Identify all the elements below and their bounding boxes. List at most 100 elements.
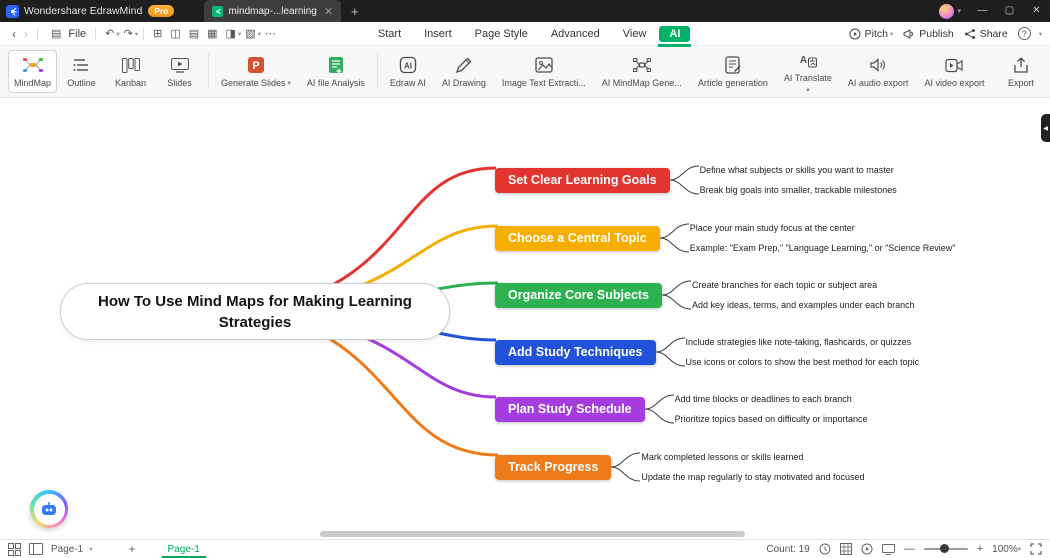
account-caret-icon[interactable]: ▾ xyxy=(957,7,961,15)
subtopic[interactable]: Use icons or colors to show the best met… xyxy=(686,357,920,368)
topic-node[interactable]: Set Clear Learning Goals xyxy=(495,167,670,193)
page-overview-icon[interactable] xyxy=(8,542,21,556)
menu-insert[interactable]: Insert xyxy=(414,26,462,42)
ai-audio-export-icon xyxy=(869,55,887,75)
divider xyxy=(37,27,38,40)
fullscreen-icon[interactable] xyxy=(1030,543,1042,555)
article-generation-icon xyxy=(725,55,741,75)
tab-close-icon[interactable]: ✕ xyxy=(324,5,333,18)
menu-ai[interactable]: AI xyxy=(658,25,692,47)
avatar[interactable] xyxy=(939,3,955,19)
menu-page-style[interactable]: Page Style xyxy=(465,26,538,42)
tool-article-generation[interactable]: Article generation xyxy=(690,46,776,97)
tool-ai-mindmap-generation[interactable]: AI MindMap Gene... xyxy=(594,46,690,97)
tool-ai-audio-export[interactable]: AI audio export xyxy=(840,46,917,97)
subtopic[interactable]: Include strategies like note-taking, fla… xyxy=(686,337,920,348)
subtopic[interactable]: Define what subjects or skills you want … xyxy=(700,165,897,176)
page-selector[interactable]: Page-1 xyxy=(51,544,83,555)
publish-button[interactable]: Publish xyxy=(903,28,954,40)
floating-topic-icon[interactable]: ◫ xyxy=(166,27,184,40)
app-logo-icon xyxy=(6,4,19,18)
ai-assistant-robot-icon xyxy=(33,493,65,525)
subtopic[interactable]: Create branches for each topic or subjec… xyxy=(692,280,915,291)
tool-generate-slides[interactable]: P Generate Slides ▾ xyxy=(213,46,299,97)
more-tools-icon[interactable]: ⋯ xyxy=(261,27,280,40)
slides-view-icon xyxy=(170,55,189,75)
file-icon: ▤ xyxy=(51,28,62,40)
sidebar-toggle-icon[interactable] xyxy=(29,543,43,555)
subtopic[interactable]: Add key ideas, terms, and examples under… xyxy=(692,300,915,311)
page-selector-caret-icon[interactable]: ▾ xyxy=(89,545,92,553)
add-page-button[interactable]: + xyxy=(129,542,136,556)
subtopic-connector xyxy=(659,223,689,253)
spreadsheet-icon[interactable] xyxy=(839,543,852,555)
branch-add-study-techniques: Add Study Techniques Include strategies … xyxy=(495,328,919,376)
ai-assistant-button[interactable] xyxy=(30,490,68,528)
titlebar: Wondershare EdrawMind Pro mindmap-...lea… xyxy=(0,0,1050,22)
insert-topic-icon[interactable]: ⊞ xyxy=(149,27,166,40)
horizontal-scrollbar[interactable] xyxy=(320,531,745,537)
clipboard-icon[interactable]: ▦ xyxy=(203,27,221,40)
menu-view[interactable]: View xyxy=(613,26,657,42)
menu-start[interactable]: Start xyxy=(368,26,411,42)
back-button[interactable]: ‹ xyxy=(8,27,20,41)
topic-count: Count: 19 xyxy=(766,543,810,555)
topic-node[interactable]: Plan Study Schedule xyxy=(495,396,645,422)
topic-node[interactable]: Add Study Techniques xyxy=(495,339,656,365)
subtopic[interactable]: Add time blocks or deadlines to each bra… xyxy=(675,394,868,405)
close-button[interactable]: ✕ xyxy=(1023,0,1050,22)
topic-node[interactable]: Choose a Central Topic xyxy=(495,225,660,251)
ai-file-analysis-icon xyxy=(327,55,345,75)
tool-ai-video-export[interactable]: AI video export xyxy=(916,46,992,97)
redo-caret-icon[interactable]: ▾ xyxy=(135,30,138,38)
subtopic[interactable]: Example: "Exam Prep," "Language Learning… xyxy=(690,243,956,254)
tool-ai-translate[interactable]: A AI Translate ▾ xyxy=(776,46,840,97)
viewmode-slides[interactable]: Slides xyxy=(155,50,204,93)
viewmode-mindmap[interactable]: MindMap xyxy=(8,50,57,93)
topic-node[interactable]: Organize Core Subjects xyxy=(495,282,663,308)
subtopic[interactable]: Prioritize topics based on difficulty or… xyxy=(675,414,868,425)
ai-drawing-icon xyxy=(455,55,473,75)
maximize-button[interactable]: ▢ xyxy=(996,0,1023,22)
forward-button[interactable]: › xyxy=(20,27,32,41)
right-panel-collapse-button[interactable]: ◀ xyxy=(1041,114,1050,142)
file-menu[interactable]: ▤ File xyxy=(43,27,90,41)
page-tab-active[interactable]: Page-1 xyxy=(161,540,207,558)
zoom-in-button[interactable]: + xyxy=(977,543,983,555)
zoom-slider[interactable] xyxy=(923,544,968,553)
minimize-button[interactable]: — xyxy=(969,0,996,22)
central-topic[interactable]: How To Use Mind Maps for Making Learning… xyxy=(60,283,450,340)
help-icon[interactable]: ? xyxy=(1017,27,1031,40)
zoom-caret-icon: ▾ xyxy=(1017,546,1021,553)
viewmode-kanban[interactable]: Kanban xyxy=(106,50,155,93)
timer-icon[interactable] xyxy=(819,543,831,555)
zoom-out-button[interactable]: — xyxy=(904,543,915,555)
branch-choose-a-central-topic: Choose a Central Topic Place your main s… xyxy=(495,214,956,262)
tool-ai-file-analysis[interactable]: AI file Analysis xyxy=(299,46,373,97)
help-caret-icon[interactable]: ▾ xyxy=(1039,30,1042,38)
mindmap-canvas[interactable]: How To Use Mind Maps for Making Learning… xyxy=(0,98,1050,539)
tool-image-text-extraction[interactable]: Image Text Extracti... xyxy=(494,46,594,97)
subtopic[interactable]: Mark completed lessons or skills learned xyxy=(641,452,864,463)
subtopic[interactable]: Break big goals into smaller, trackable … xyxy=(700,185,897,196)
pitch-button[interactable]: Pitch ▾ xyxy=(849,28,893,40)
subtopic[interactable]: Update the map regularly to stay motivat… xyxy=(641,472,864,483)
slideshow-icon[interactable] xyxy=(881,543,895,555)
zoom-slider-knob[interactable] xyxy=(939,544,949,553)
tool-edraw-ai[interactable]: AI Edraw AI xyxy=(382,46,434,97)
print-icon[interactable]: ▤ xyxy=(185,27,203,40)
subtopic[interactable]: Place your main study focus at the cente… xyxy=(690,223,956,234)
subtopic-connector xyxy=(662,280,692,310)
subtopic-connector xyxy=(611,452,641,482)
viewmode-outline[interactable]: Outline xyxy=(57,50,106,93)
zoom-level[interactable]: 100% ▾ xyxy=(992,544,1021,555)
document-tab[interactable]: mindmap-...learning ✕ xyxy=(204,0,342,22)
tool-ai-drawing[interactable]: AI Drawing xyxy=(434,46,494,97)
ai-translate-caret-icon: ▾ xyxy=(806,86,810,94)
new-tab-button[interactable]: + xyxy=(351,4,359,19)
play-presentation-icon[interactable] xyxy=(861,543,873,555)
export-button[interactable]: Export xyxy=(1000,46,1042,97)
menu-advanced[interactable]: Advanced xyxy=(541,26,610,42)
share-button[interactable]: Share xyxy=(964,28,1008,40)
topic-node[interactable]: Track Progress xyxy=(495,454,612,480)
